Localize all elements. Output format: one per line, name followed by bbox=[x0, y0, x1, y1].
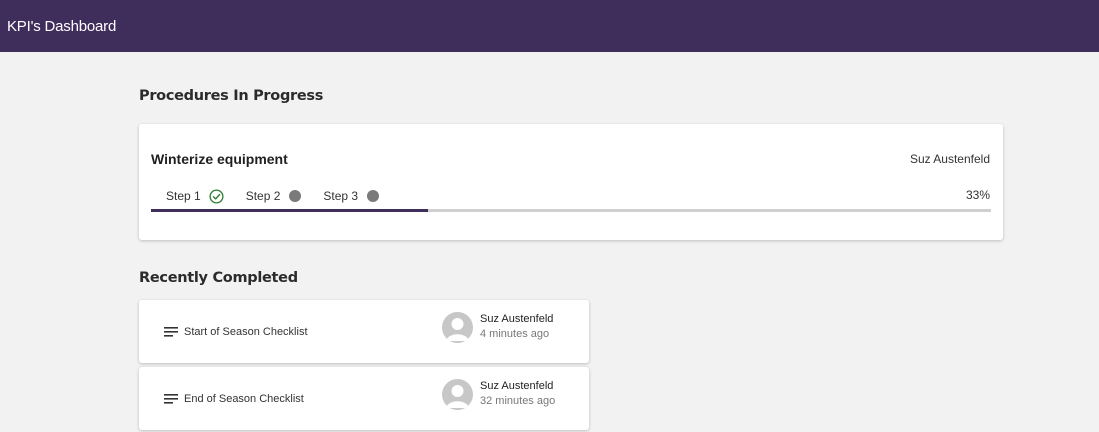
avatar bbox=[442, 379, 473, 410]
progress-bar bbox=[151, 209, 991, 212]
in-progress-heading: Procedures In Progress bbox=[139, 88, 324, 104]
procedure-owner: Suz Austenfeld bbox=[909, 152, 990, 166]
recently-completed-heading: Recently Completed bbox=[139, 270, 298, 286]
progress-percent: 33% bbox=[965, 188, 990, 202]
list-item[interactable]: Start of Season Checklist Suz Austenfeld… bbox=[139, 300, 589, 363]
user-name: Suz Austenfeld bbox=[480, 313, 554, 325]
step-1[interactable]: Step 1 bbox=[166, 187, 224, 205]
app-title: KPI's Dashboard bbox=[7, 18, 117, 35]
time-ago: 4 minutes ago bbox=[480, 328, 550, 340]
step-3[interactable]: Step 3 bbox=[323, 187, 380, 205]
step-2[interactable]: Step 2 bbox=[246, 187, 302, 205]
step-label: Step 3 bbox=[323, 189, 359, 203]
dot-icon bbox=[289, 190, 302, 202]
list-item[interactable]: End of Season Checklist Suz Austenfeld 3… bbox=[139, 367, 589, 430]
procedure-card[interactable]: Winterize equipment Suz Austenfeld Step … bbox=[139, 124, 1003, 240]
item-title: Start of Season Checklist bbox=[184, 326, 308, 338]
app-header: KPI's Dashboard bbox=[0, 0, 1099, 52]
person-icon bbox=[446, 318, 469, 341]
list-icon bbox=[164, 394, 178, 404]
dot-icon bbox=[367, 190, 380, 202]
step-label: Step 1 bbox=[166, 189, 201, 203]
list-icon bbox=[164, 327, 178, 337]
avatar bbox=[442, 312, 473, 343]
time-ago: 32 minutes ago bbox=[480, 395, 556, 407]
person-icon bbox=[446, 385, 469, 408]
procedure-title: Winterize equipment bbox=[151, 151, 288, 167]
check-circle-icon bbox=[209, 188, 224, 204]
progress-bar-fill bbox=[151, 209, 429, 212]
step-label: Step 2 bbox=[245, 189, 281, 203]
step-list: Step 1 Step 2 Step 3 bbox=[166, 187, 401, 205]
user-name: Suz Austenfeld bbox=[480, 380, 554, 392]
item-title: End of Season Checklist bbox=[184, 393, 304, 405]
